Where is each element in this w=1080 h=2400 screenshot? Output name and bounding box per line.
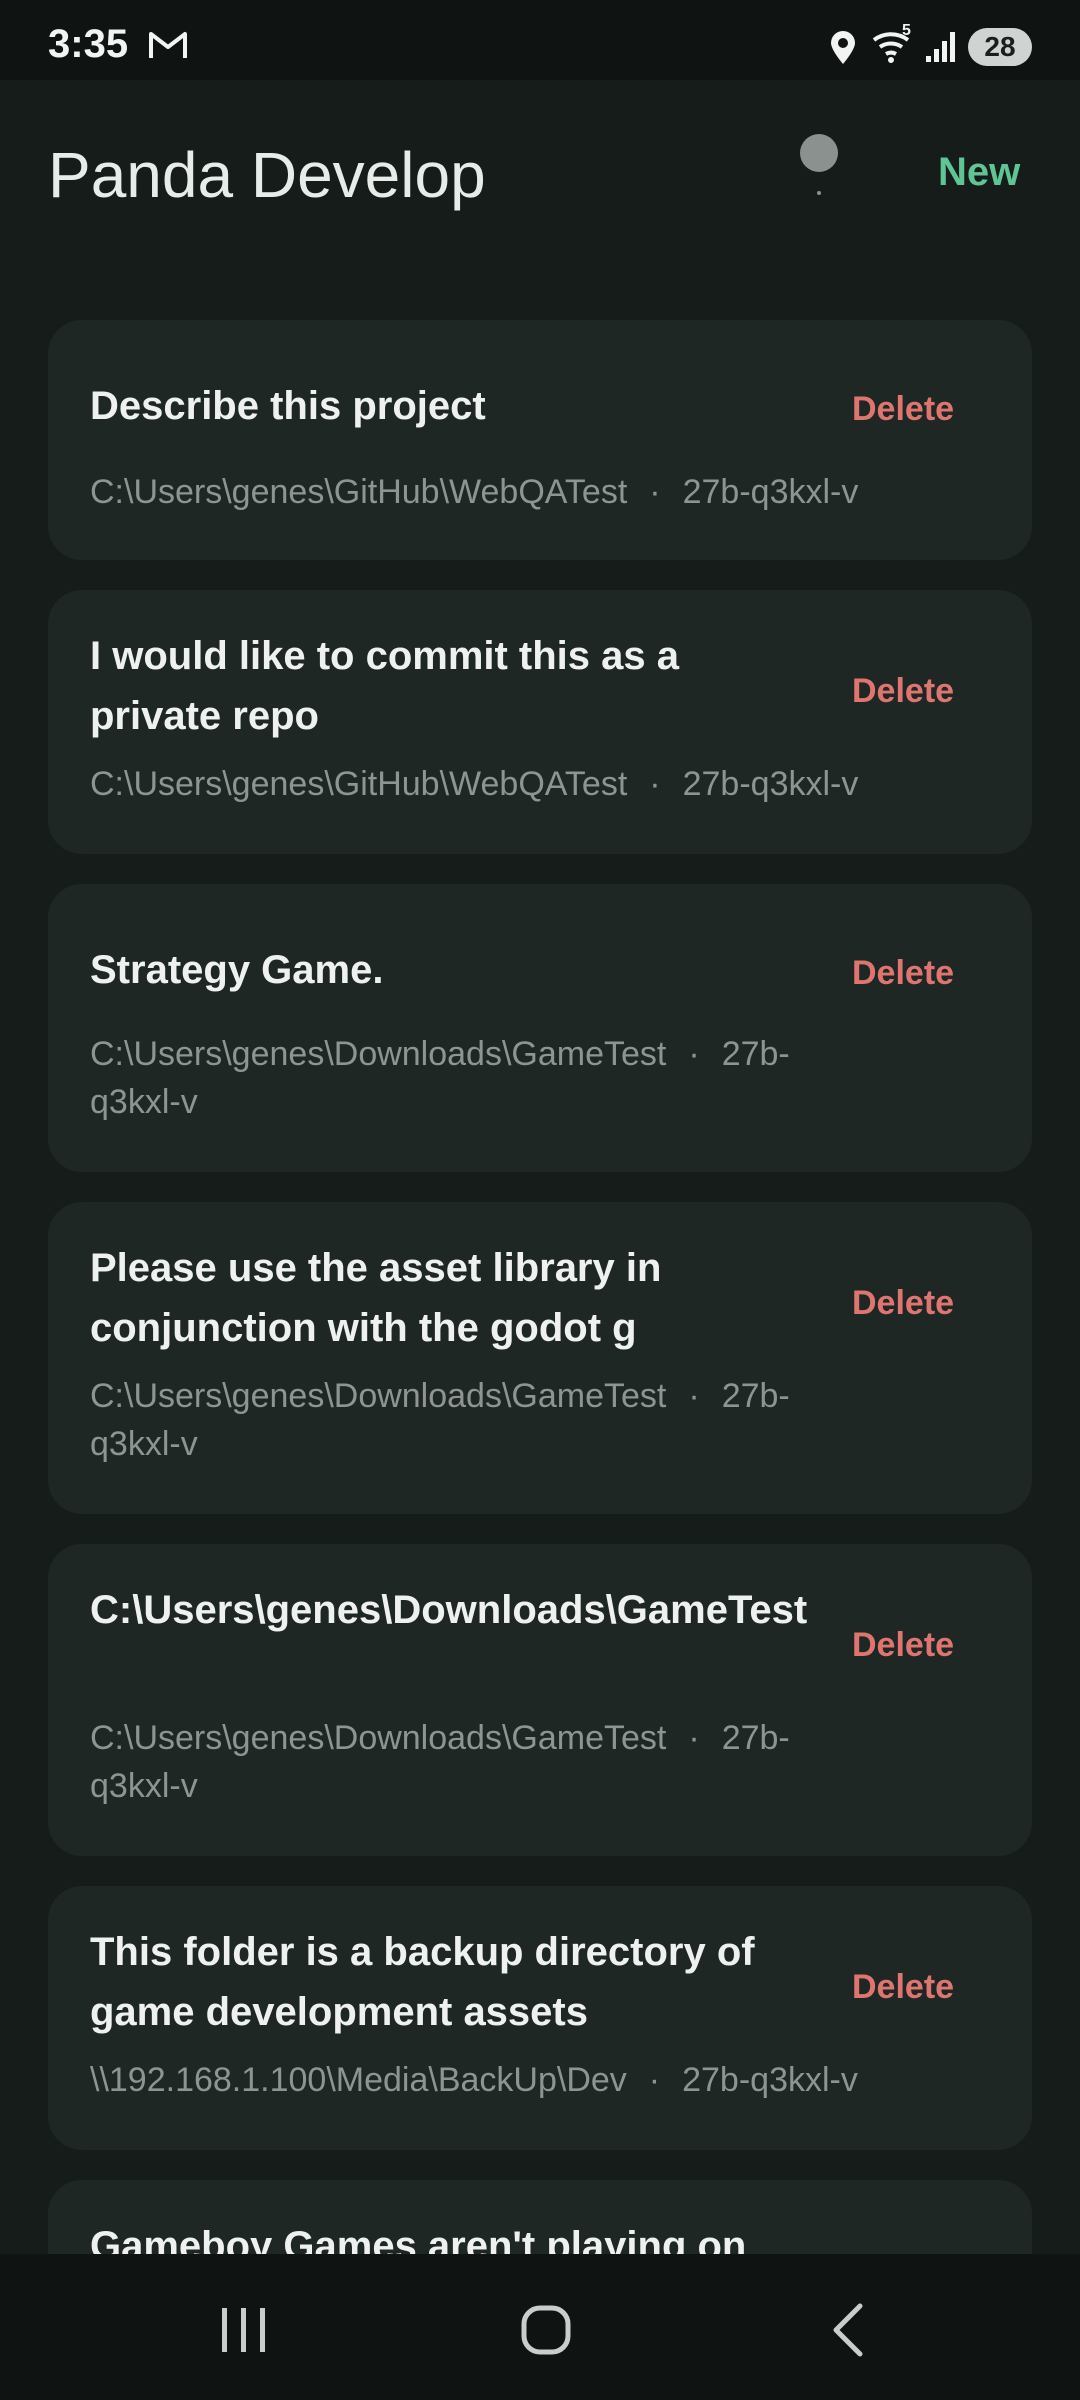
connection-status-dot (800, 134, 838, 172)
session-model: 27b-q3kxl-v (682, 2061, 858, 2099)
session-meta: C:\Users\genes\Downloads\GameTest · 27b-q3… (90, 1372, 810, 1468)
status-time: 3:35 (48, 22, 129, 66)
session-card[interactable]: C:\Users\genes\Downloads\GameTest Delete… (48, 1544, 1032, 1856)
session-title: Describe this project (90, 384, 486, 428)
session-path: C:\Users\genes\GitHub\WebQATest (90, 473, 628, 511)
meta-separator: · (648, 2061, 661, 2099)
meta-separator: · (688, 1719, 700, 1757)
session-path: C:\Users\genes\Downloads\GameTest (90, 1719, 667, 1757)
signal-icon (926, 32, 955, 62)
session-path: C:\Users\genes\Downloads\GameTest (90, 1377, 667, 1415)
session-title: This folder is a backup directory of gam… (90, 1930, 755, 2034)
system-nav-bar (0, 2254, 1080, 2400)
session-model: 27b-q3kxl-v (682, 765, 859, 803)
session-meta: C:\Users\genes\Downloads\GameTest · 27b-q3… (90, 1030, 810, 1126)
delete-button[interactable]: Delete (852, 954, 954, 993)
delete-button[interactable]: Delete (852, 1626, 954, 1665)
session-card[interactable]: Please use the asset library in conjunct… (48, 1202, 1032, 1514)
session-card[interactable]: This folder is a backup directory of gam… (48, 1886, 1032, 2150)
meta-separator: · (688, 1035, 700, 1073)
battery-icon: 28 (968, 28, 1032, 66)
session-path: \\192.168.1.100\Media\BackUp\Dev (90, 2061, 627, 2099)
recents-icon[interactable] (212, 2298, 276, 2362)
delete-button[interactable]: Delete (852, 672, 954, 711)
session-meta: C:\Users\genes\GitHub\WebQATest · 27b-q3kx… (90, 468, 970, 516)
session-path: C:\Users\genes\Downloads\GameTest (90, 1035, 667, 1073)
meta-separator: · (688, 1377, 700, 1415)
session-list[interactable]: Describe this project Delete C:\Users\ge… (48, 320, 1032, 2254)
session-title: Please use the asset library in conjunct… (90, 1246, 662, 1350)
delete-button[interactable]: Delete (852, 1968, 954, 2007)
status-dot-indicator (817, 191, 821, 195)
session-title: Gameboy Games aren't playing on the (90, 2224, 747, 2254)
session-title: Strategy Game. (90, 948, 384, 992)
session-meta: C:\Users\genes\GitHub\WebQATest · 27b-q3kx… (90, 760, 970, 808)
wifi-label: 5 (902, 22, 911, 39)
meta-separator: · (649, 765, 661, 803)
session-meta: \\192.168.1.100\Media\BackUp\Dev · 27b-q3k… (90, 2056, 970, 2104)
meta-separator: · (649, 473, 661, 511)
session-path: C:\Users\genes\GitHub\WebQATest (90, 765, 628, 803)
session-title: C:\Users\genes\Downloads\GameTest (90, 1588, 808, 1632)
session-card[interactable]: I would like to commit this as a private… (48, 590, 1032, 854)
home-icon[interactable] (514, 2298, 578, 2362)
page-title: Panda Develop (48, 139, 486, 211)
new-session-button[interactable]: New (938, 150, 1020, 195)
session-card[interactable]: Gameboy Games aren't playing on the (48, 2180, 1032, 2254)
session-model: 27b-q3kxl-v (682, 473, 859, 511)
session-meta: C:\Users\genes\Downloads\GameTest · 27b-q3… (90, 1714, 810, 1810)
session-card[interactable]: Strategy Game. Delete C:\Users\genes\Dow… (48, 884, 1032, 1172)
session-card[interactable]: Describe this project Delete C:\Users\ge… (48, 320, 1032, 560)
delete-button[interactable]: Delete (852, 1284, 954, 1323)
location-icon (831, 31, 855, 64)
gmail-icon (149, 32, 187, 58)
delete-button[interactable]: Delete (852, 390, 954, 429)
session-title: I would like to commit this as a private… (90, 634, 680, 738)
status-bar: 3:35 5 28 (0, 0, 1080, 80)
back-icon[interactable] (818, 2298, 882, 2362)
